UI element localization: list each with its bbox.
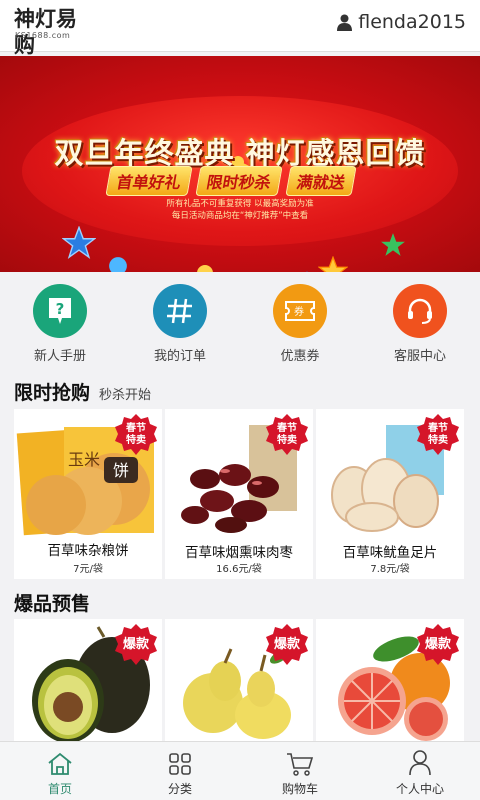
promo-badge: 春节 特卖 xyxy=(114,413,158,457)
quicknav-my-orders[interactable]: 我的订单 xyxy=(120,278,240,368)
quicknav-coupons[interactable]: 券 优惠券 xyxy=(240,278,360,368)
top-header: 神灯易购 KS1688.com flenda2015 xyxy=(0,0,480,57)
grid-icon xyxy=(169,753,191,775)
banner-tag: 限时秒杀 xyxy=(195,166,283,196)
gift-icon xyxy=(197,265,213,272)
product-card[interactable]: 爆款 xyxy=(14,619,162,741)
product-card[interactable]: 春节 特卖 百草味鱿鱼足片 7.8元/袋 xyxy=(316,409,464,579)
promo-badge: 春节 特卖 xyxy=(416,413,460,457)
banner-note: 所有礼品不可重复获得 以最高奖励为准 xyxy=(166,199,314,209)
banner-tag: 满就送 xyxy=(285,166,357,196)
tab-cart[interactable]: 购物车 xyxy=(240,742,360,800)
badge-text: 爆款 xyxy=(273,637,300,652)
svg-text:玉米: 玉米 xyxy=(68,450,100,469)
flash-sale-list: 饼 玉米 春节 特卖 百草味杂粮饼 7元/袋 春节 特卖 百草味烟熏味肉枣 16… xyxy=(14,409,466,579)
username: flenda2015 xyxy=(358,11,466,33)
product-name: 百草味烟熏味肉枣 xyxy=(185,545,293,561)
badge-text: 爆款 xyxy=(424,637,451,652)
product-name: 百草味鱿鱼足片 xyxy=(342,545,438,561)
home-icon xyxy=(48,752,72,775)
promo-banner[interactable]: 双旦年终盛典 神灯感恩回馈 首单好礼 限时秒杀 满就送 所有礼品不可重复获得 以… xyxy=(0,56,480,272)
badge-text: 春节 特卖 xyxy=(277,423,297,446)
gift-icon xyxy=(109,257,127,272)
hot-preview-title: 爆品预售 xyxy=(14,593,91,615)
tab-label: 分类 xyxy=(167,782,192,796)
question-icon: ? xyxy=(33,284,87,338)
svg-text:券: 券 xyxy=(294,305,304,318)
product-price: 16.6元/袋 xyxy=(216,564,262,575)
product-card[interactable]: 春节 特卖 百草味烟熏味肉枣 16.6元/袋 xyxy=(165,409,313,579)
quicknav-label: 优惠券 xyxy=(280,349,320,364)
product-card[interactable]: 爆款 xyxy=(316,619,464,741)
product-price: 7.8元/袋 xyxy=(370,564,410,575)
badge-text: 爆款 xyxy=(122,637,149,652)
cart-icon xyxy=(287,753,314,776)
banner-tags: 首单好礼 限时秒杀 满就送 xyxy=(105,166,357,196)
tab-category[interactable]: 分类 xyxy=(120,742,240,800)
user-icon xyxy=(337,14,353,31)
tab-label: 首页 xyxy=(47,782,72,796)
product-name: 百草味杂粮饼 xyxy=(47,543,129,559)
quicknav-customer-service[interactable]: 客服中心 xyxy=(360,278,480,368)
hot-badge: 爆款 xyxy=(416,623,460,667)
star-icon xyxy=(306,270,308,272)
hot-preview-list: 爆款 爆款 爆款 xyxy=(14,619,466,741)
tab-label: 购物车 xyxy=(281,782,318,796)
product-card[interactable]: 爆款 xyxy=(165,619,313,741)
user-account[interactable]: flenda2015 xyxy=(337,10,466,34)
tab-home[interactable]: 首页 xyxy=(0,742,120,800)
product-price: 7元/袋 xyxy=(73,564,103,575)
logo-subtext: KS1688.com xyxy=(15,31,71,40)
banner-note: 每日活动商品均在“神灯推荐”中查看 xyxy=(171,211,309,221)
quicknav-newbie-guide[interactable]: ? 新人手册 xyxy=(0,278,120,368)
star-icon xyxy=(381,233,405,256)
hash-icon xyxy=(153,284,207,338)
star-icon xyxy=(62,226,96,259)
quicknav-label: 我的订单 xyxy=(153,349,206,364)
badge-text: 春节 特卖 xyxy=(428,423,448,446)
quicknav-label: 新人手册 xyxy=(33,349,86,364)
quick-nav: ? 新人手册 我的订单 券 优惠券 客服中心 xyxy=(0,278,480,368)
product-card[interactable]: 饼 玉米 春节 特卖 百草味杂粮饼 7元/袋 xyxy=(14,409,162,579)
tab-label: 个人中心 xyxy=(395,782,444,796)
person-icon xyxy=(409,750,431,776)
star-icon xyxy=(318,256,348,272)
coupon-icon: 券 xyxy=(273,284,327,338)
hot-badge: 爆款 xyxy=(265,623,309,667)
banner-tag: 首单好礼 xyxy=(105,166,193,196)
logo[interactable]: 神灯易购 KS1688.com xyxy=(14,6,92,57)
headset-icon xyxy=(393,284,447,338)
svg-text:饼: 饼 xyxy=(113,461,129,480)
flash-sale-subtitle: 秒杀开始 xyxy=(99,388,152,403)
promo-badge: 春节 特卖 xyxy=(265,413,309,457)
svg-text:?: ? xyxy=(56,300,65,318)
flash-sale-title: 限时抢购 xyxy=(14,382,91,404)
quicknav-label: 客服中心 xyxy=(393,349,446,364)
bottom-tab-bar: 首页 分类 购物车 个人中心 xyxy=(0,741,480,800)
tab-profile[interactable]: 个人中心 xyxy=(360,742,480,800)
badge-text: 春节 特卖 xyxy=(126,423,146,446)
hot-badge: 爆款 xyxy=(114,623,158,667)
